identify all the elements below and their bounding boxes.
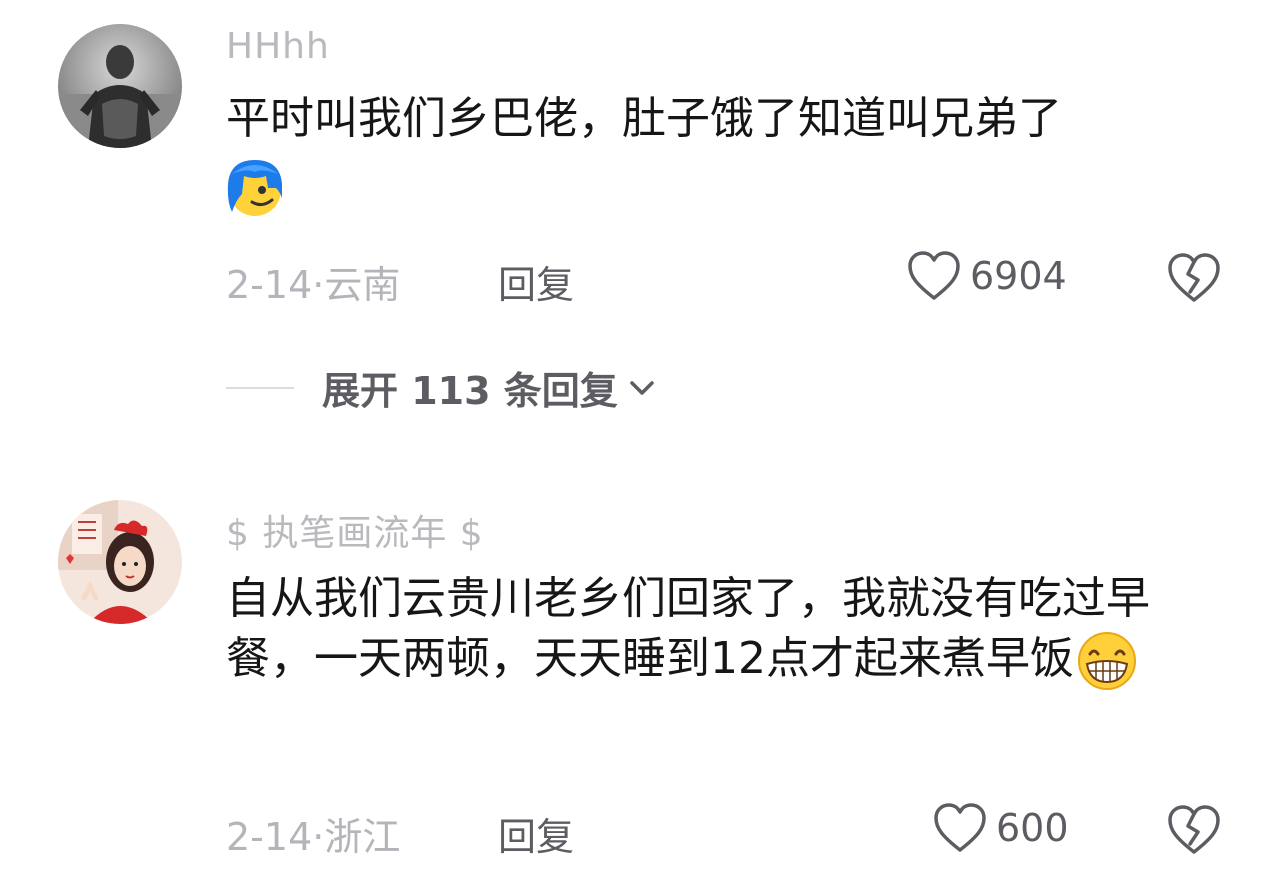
comment-date-location: 2-14·浙江 bbox=[226, 815, 401, 859]
divider bbox=[226, 386, 294, 389]
avatar[interactable] bbox=[58, 24, 182, 148]
blue-hair-smirk-emoji-icon bbox=[222, 154, 288, 220]
comment-text: 自从我们云贵川老乡们回家了，我就没有吃过早餐，一天两顿，天天睡到12点才起来煮早… bbox=[226, 570, 1236, 694]
grinning-teeth-emoji-icon bbox=[1074, 628, 1140, 694]
heart-icon bbox=[934, 803, 986, 852]
comment-item: $ 执笔画流年 $ 自从我们云贵川老乡们回家了，我就没有吃过早餐，一天两顿，天天… bbox=[0, 490, 1280, 890]
comment-text: 平时叫我们乡巴佬，肚子饿了知道叫兄弟了 bbox=[226, 93, 1062, 144]
avatar[interactable] bbox=[58, 500, 182, 624]
comment-text-content: 自从我们云贵川老乡们回家了，我就没有吃过早餐，一天两顿，天天睡到12点才起来煮早… bbox=[226, 573, 1150, 684]
broken-heart-icon[interactable] bbox=[1166, 252, 1222, 304]
chevron-down-icon bbox=[630, 380, 654, 395]
username[interactable]: HHhh bbox=[226, 26, 330, 67]
like-count: 600 bbox=[996, 806, 1069, 850]
reply-button[interactable]: 回复 bbox=[498, 806, 574, 861]
reply-button[interactable]: 回复 bbox=[498, 254, 574, 309]
expand-replies-button[interactable]: 展开 113 条回复 bbox=[226, 360, 660, 415]
username[interactable]: $ 执笔画流年 $ bbox=[226, 504, 484, 556]
heart-icon bbox=[908, 251, 960, 300]
like-count: 6904 bbox=[970, 254, 1067, 298]
like-button[interactable]: 6904 bbox=[906, 250, 1067, 302]
expand-replies-label: 展开 113 条回复 bbox=[322, 369, 618, 413]
comment-item: HHhh 平时叫我们乡巴佬，肚子饿了知道叫兄弟了 2-14·云南 回复 6904… bbox=[0, 0, 1280, 413]
broken-heart-icon[interactable] bbox=[1166, 804, 1222, 856]
like-button[interactable]: 600 bbox=[932, 802, 1069, 854]
comment-date-location: 2-14·云南 bbox=[226, 263, 401, 307]
